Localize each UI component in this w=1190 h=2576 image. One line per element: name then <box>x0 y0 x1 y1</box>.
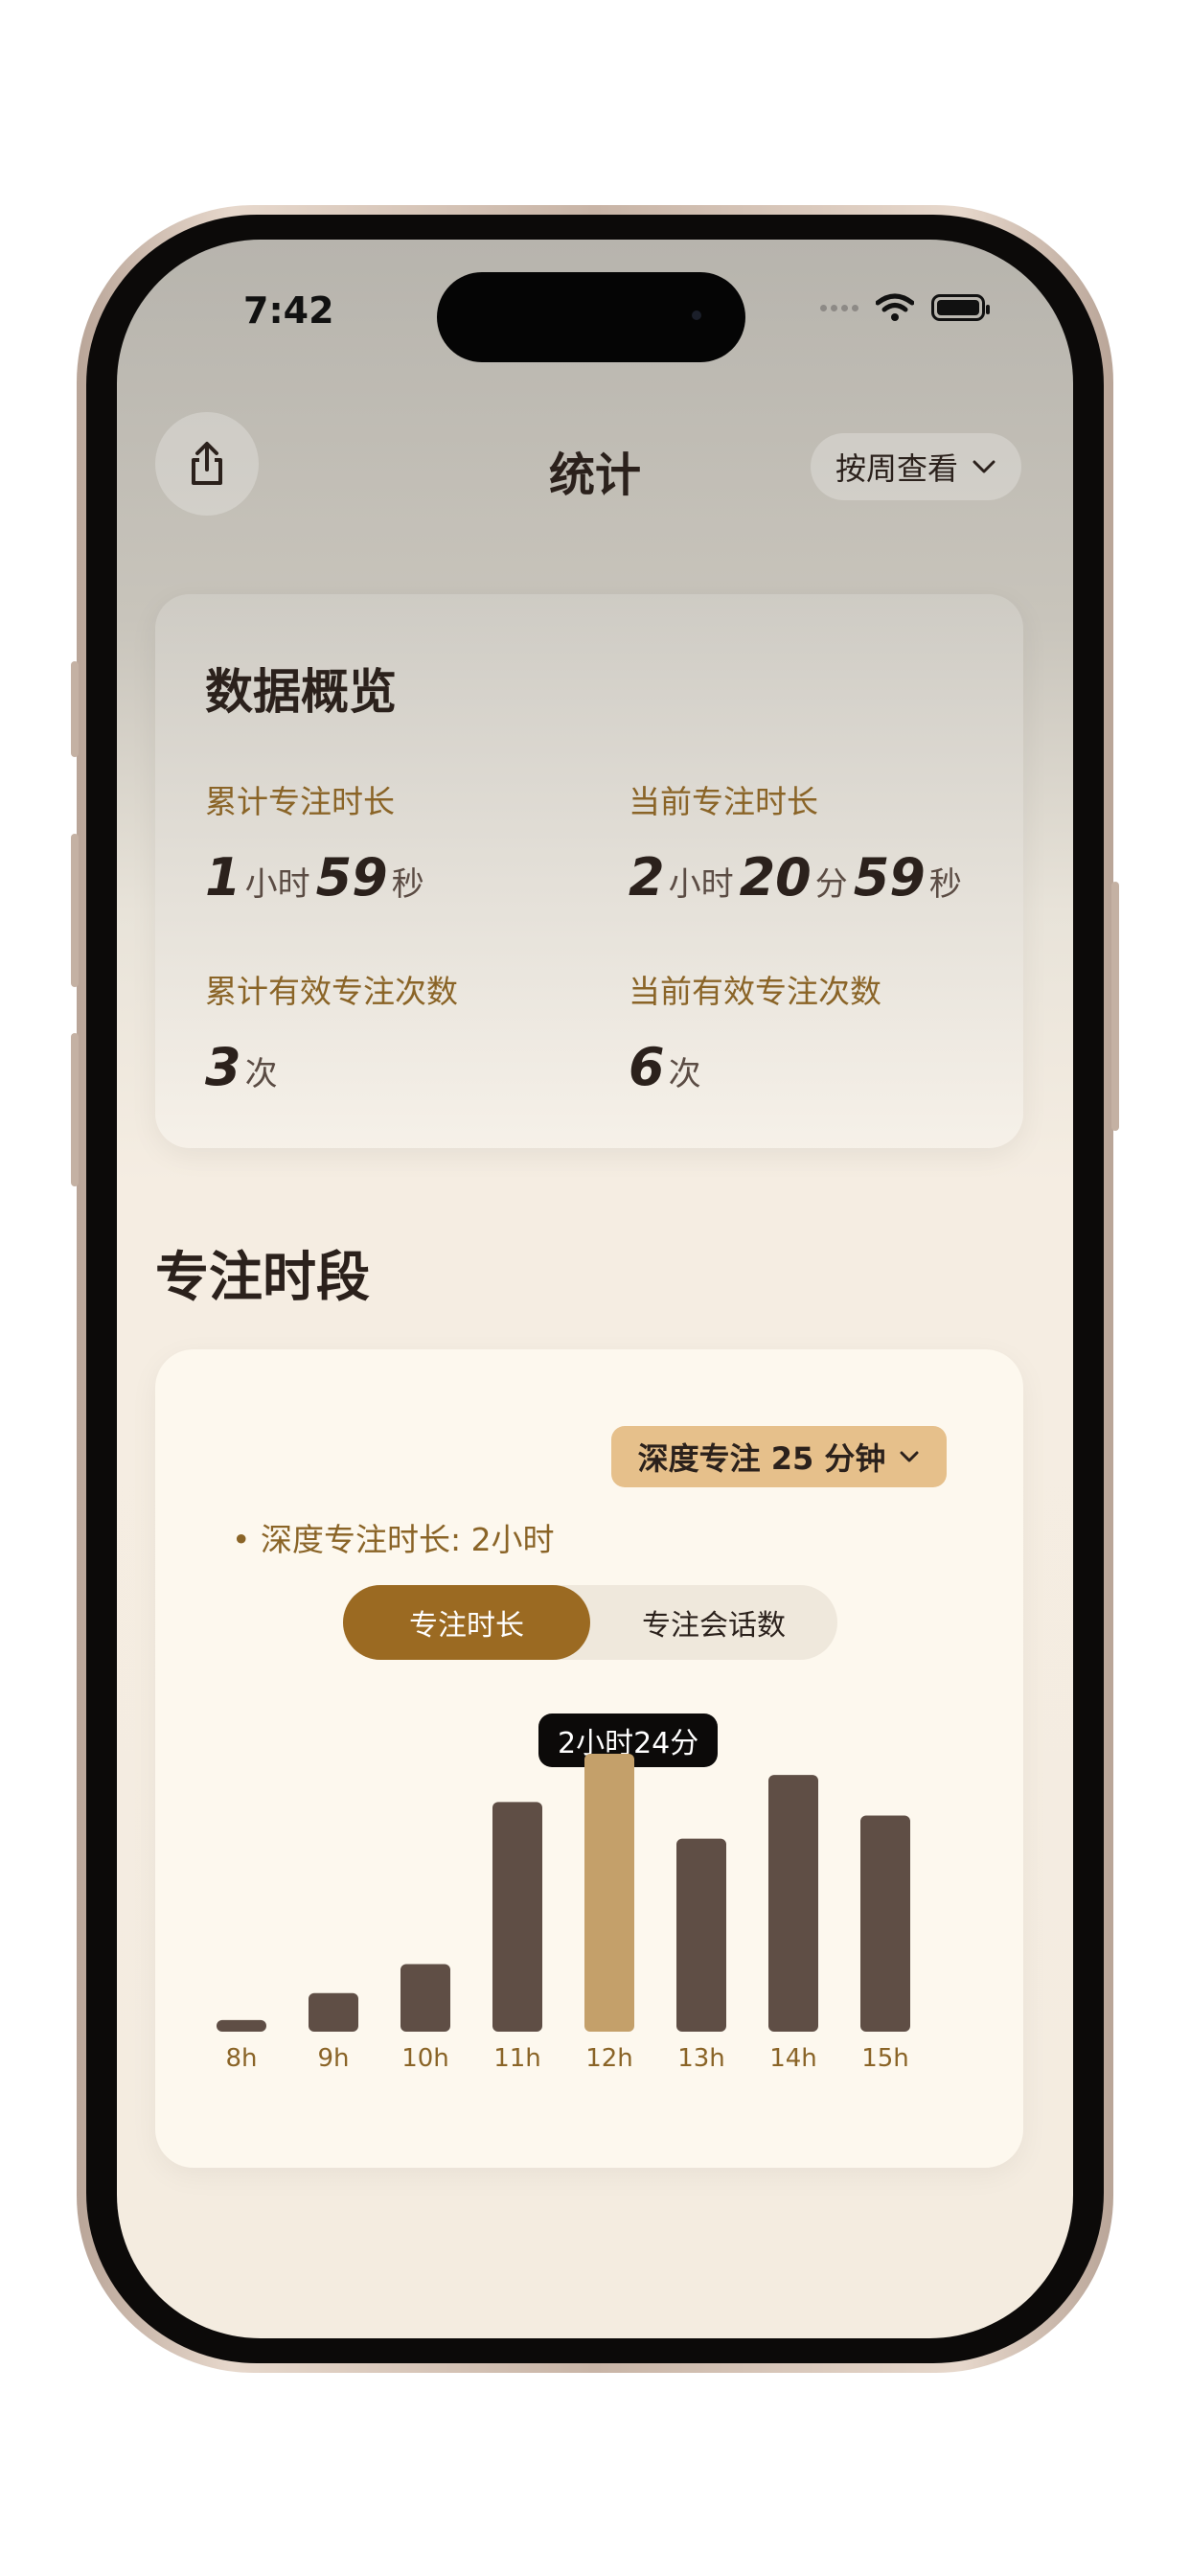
tab-focus-duration[interactable]: 专注时长 <box>343 1585 590 1660</box>
metric-unit: 小时 <box>668 865 734 904</box>
metric-value: 6次 <box>629 1037 881 1097</box>
x-tick-label: 13h <box>677 2044 725 2073</box>
metric-unit: 次 <box>244 1055 278 1093</box>
metric-value: 1 小时 59 秒 <box>205 847 430 908</box>
chevron-down-icon <box>973 460 995 473</box>
metric-segmented-control: 专注时长 专注会话数 <box>343 1585 837 1660</box>
app-screen: 7:42 统计 按周查看 数据概览 累计专注时长 1 小时 59 秒 当前专注时长 <box>117 240 1073 2338</box>
metric-unit: 秒 <box>928 865 962 904</box>
deep-focus-note: • 深度专注时长: 2小时 <box>232 1521 555 1558</box>
metric-label: 累计专注时长 <box>205 783 395 820</box>
metric-number: 59 <box>315 847 388 908</box>
bar-14h[interactable] <box>768 1775 818 2032</box>
focus-period-bar-chart: 8h 9h 10h 11h 12h 13h 14h 15h <box>217 1754 910 2073</box>
overview-card: 数据概览 累计专注时长 1 小时 59 秒 当前专注时长 2 小时 20 分 59 秒 累计有效… <box>155 594 1023 1148</box>
x-tick-label: 9h <box>317 2044 349 2073</box>
bar-9h[interactable] <box>309 1992 358 2032</box>
signal-dots-icon <box>820 304 858 311</box>
x-tick-label: 15h <box>861 2044 909 2073</box>
metric-total-focus-duration: 累计专注时长 1 小时 59 秒 <box>205 776 430 908</box>
wifi-icon <box>876 293 914 321</box>
x-tick-label: 8h <box>225 2044 257 2073</box>
tab-focus-sessions[interactable]: 专注会话数 <box>590 1585 837 1660</box>
status-time: 7:42 <box>243 289 334 332</box>
metric-number: 59 <box>853 847 926 908</box>
metric-current-focus-duration: 当前专注时长 2 小时 20 分 59 秒 <box>629 776 968 908</box>
metric-label: 当前有效专注次数 <box>629 973 881 1010</box>
metric-unit: 分 <box>814 865 848 904</box>
metric-unit: 秒 <box>391 865 424 904</box>
metric-number: 20 <box>739 847 812 908</box>
metric-total-valid-sessions: 累计有效专注次数 3次 <box>205 966 458 1097</box>
metric-number: 1 <box>205 847 241 908</box>
action-button <box>71 661 79 757</box>
power-button <box>1111 882 1119 1131</box>
metric-current-valid-sessions: 当前有效专注次数 6次 <box>629 966 881 1097</box>
bar-15h[interactable] <box>860 1815 910 2032</box>
metric-unit: 小时 <box>244 865 310 904</box>
volume-down-button <box>71 1033 79 1186</box>
metric-number: 2 <box>629 847 665 908</box>
view-mode-label: 按周查看 <box>835 450 958 487</box>
metric-value: 3次 <box>205 1037 458 1097</box>
battery-icon <box>931 294 990 321</box>
x-tick-label: 12h <box>585 2044 633 2073</box>
metric-number: 6 <box>629 1037 665 1097</box>
bar-12h[interactable] <box>584 1754 634 2032</box>
bar-8h[interactable] <box>217 2019 266 2032</box>
status-icons <box>820 293 990 322</box>
volume-up-button <box>71 834 79 987</box>
bar-10h[interactable] <box>400 1964 450 2032</box>
metric-unit: 次 <box>668 1055 701 1093</box>
x-tick-label: 10h <box>401 2044 449 2073</box>
view-mode-select[interactable]: 按周查看 <box>810 433 1021 500</box>
bar-13h[interactable] <box>676 1838 726 2032</box>
bar-11h[interactable] <box>492 1802 542 2032</box>
focus-period-card: 深度专注 25 分钟 • 深度专注时长: 2小时 专注时长 专注会话数 2小时2… <box>155 1349 1023 2168</box>
metric-label: 累计有效专注次数 <box>205 973 458 1010</box>
overview-title: 数据概览 <box>205 663 397 720</box>
x-tick-label: 11h <box>493 2044 541 2073</box>
camera-icon <box>692 310 701 320</box>
focus-period-title: 专注时段 <box>155 1246 370 1309</box>
chevron-down-icon <box>900 1451 919 1462</box>
deep-focus-select[interactable]: 深度专注 25 分钟 <box>611 1426 947 1487</box>
deep-focus-label: 深度专注 25 分钟 <box>637 1440 886 1477</box>
dynamic-island <box>437 272 745 362</box>
metric-value: 2 小时 20 分 59 秒 <box>629 847 968 908</box>
metric-label: 当前专注时长 <box>629 783 818 820</box>
metric-number: 3 <box>205 1037 241 1097</box>
x-tick-label: 14h <box>769 2044 817 2073</box>
